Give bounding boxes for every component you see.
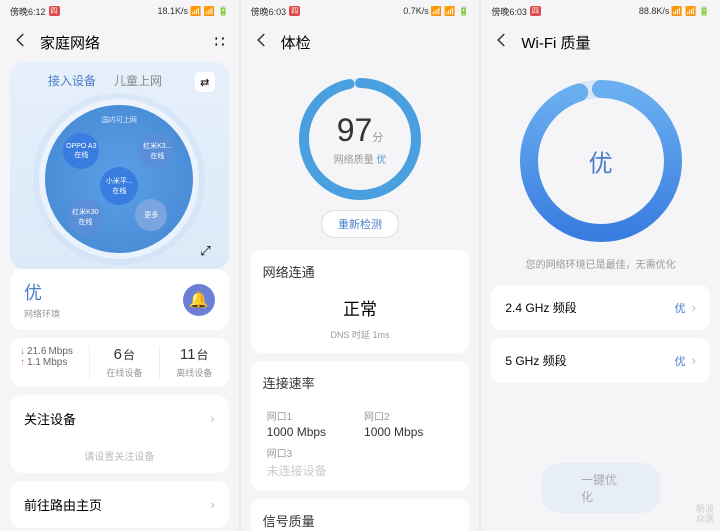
page-title: 体检 — [281, 32, 468, 53]
header: 体检 — [241, 22, 480, 62]
chevron-right-icon: › — [692, 300, 696, 315]
follow-devices-row[interactable]: 关注设备› — [10, 395, 229, 442]
quality-grade: 优 — [24, 279, 60, 305]
wifi-quality-ring: 优 — [516, 76, 686, 246]
menu-icon[interactable]: ∷ — [214, 32, 226, 52]
page-title: 家庭网络 — [40, 32, 204, 53]
optimize-button[interactable]: 一键优化 — [541, 463, 660, 513]
device-bubble[interactable]: 红米K30在线 — [67, 199, 103, 235]
device-bubble-more[interactable]: 更多 — [135, 199, 167, 231]
router-home-row[interactable]: 前往路由主页› — [10, 481, 229, 528]
phone-home-network: 傍晚6:12四 18.1K/s📶 📶 🔋 家庭网络 ∷ 接入设备 儿童上网 ⇄ … — [0, 0, 239, 531]
net-status-label: 国内可上网 — [102, 115, 137, 125]
tab-devices[interactable]: 接入设备 — [48, 72, 96, 89]
header: 家庭网络 ∷ — [0, 22, 239, 62]
back-icon[interactable] — [12, 31, 30, 54]
device-map-card: 接入设备 儿童上网 ⇄ 国内可上网 OPPO A3在线 红米K3...在线 小米… — [10, 62, 229, 269]
page-title: Wi-Fi 质量 — [521, 32, 708, 53]
header: Wi-Fi 质量 — [481, 22, 720, 62]
stats-card: ↓21.6 Mbps ↑1.1 Mbps 6台 在线设备 11台 离线设备 — [10, 338, 229, 387]
follow-devices-card: 关注设备› 请设置关注设备 — [10, 395, 229, 473]
chevron-right-icon: › — [210, 411, 214, 426]
score-ring: 97分 网络质量 优 — [295, 74, 425, 204]
device-bubble[interactable]: OPPO A3在线 — [63, 133, 99, 169]
bell-button[interactable]: 🔔 — [183, 284, 215, 316]
wifi-grade: 优 — [589, 144, 613, 179]
status-bar: 傍晚6:03四 0.7K/s📶 📶 🔋 — [241, 0, 480, 22]
band-24-row[interactable]: 2.4 GHz 频段 优› — [491, 285, 710, 330]
swap-icon[interactable]: ⇄ — [195, 72, 215, 92]
expand-icon[interactable]: ⤢ — [200, 243, 210, 259]
score-value: 97 — [337, 112, 373, 148]
speed-section: 连接速率 网口11000 Mbps 网口21000 Mbps 网口3未连接设备 — [251, 361, 470, 491]
device-bubble[interactable]: 小米平...在线 — [100, 167, 138, 205]
connectivity-value: 正常 — [263, 291, 458, 324]
signal-section: 信号质量 无弱信号设备 — [251, 499, 470, 531]
watermark: 新浪众测 — [696, 505, 714, 525]
phone-wifi-quality: 傍晚6:03四 88.8K/s📶 📶 🔋 Wi-Fi 质量 优 您的网络环境已是… — [481, 0, 720, 531]
speed-stat[interactable]: ↓21.6 Mbps ↑1.1 Mbps — [10, 346, 90, 379]
phone-checkup: 傍晚6:03四 0.7K/s📶 📶 🔋 体检 97分 网络质量 优 重新检测 网… — [241, 0, 480, 531]
status-bar: 傍晚6:03四 88.8K/s📶 📶 🔋 — [481, 0, 720, 22]
device-circle[interactable]: 国内可上网 OPPO A3在线 红米K3...在线 小米平...在线 红米K30… — [45, 105, 193, 253]
back-icon[interactable] — [493, 31, 511, 54]
device-bubble[interactable]: 红米K3...在线 — [139, 133, 175, 169]
tab-kids[interactable]: 儿童上网 — [114, 72, 162, 89]
online-stat[interactable]: 6台 在线设备 — [90, 346, 160, 379]
retest-button[interactable]: 重新检测 — [321, 210, 399, 238]
network-quality-card[interactable]: 优 网络环境 🔔 — [10, 269, 229, 330]
back-icon[interactable] — [253, 31, 271, 54]
follow-hint: 请设置关注设备 — [10, 442, 229, 473]
connectivity-section: 网络连通 正常 DNS 时延 1ms — [251, 250, 470, 353]
offline-stat[interactable]: 11台 离线设备 — [160, 346, 229, 379]
quality-label: 网络环境 — [24, 307, 60, 320]
wifi-message: 您的网络环境已是最佳，无需优化 — [491, 256, 710, 271]
band-5-row[interactable]: 5 GHz 频段 优› — [491, 338, 710, 383]
status-bar: 傍晚6:12四 18.1K/s📶 📶 🔋 — [0, 0, 239, 22]
chevron-right-icon: › — [692, 353, 696, 368]
chevron-right-icon: › — [210, 497, 214, 512]
